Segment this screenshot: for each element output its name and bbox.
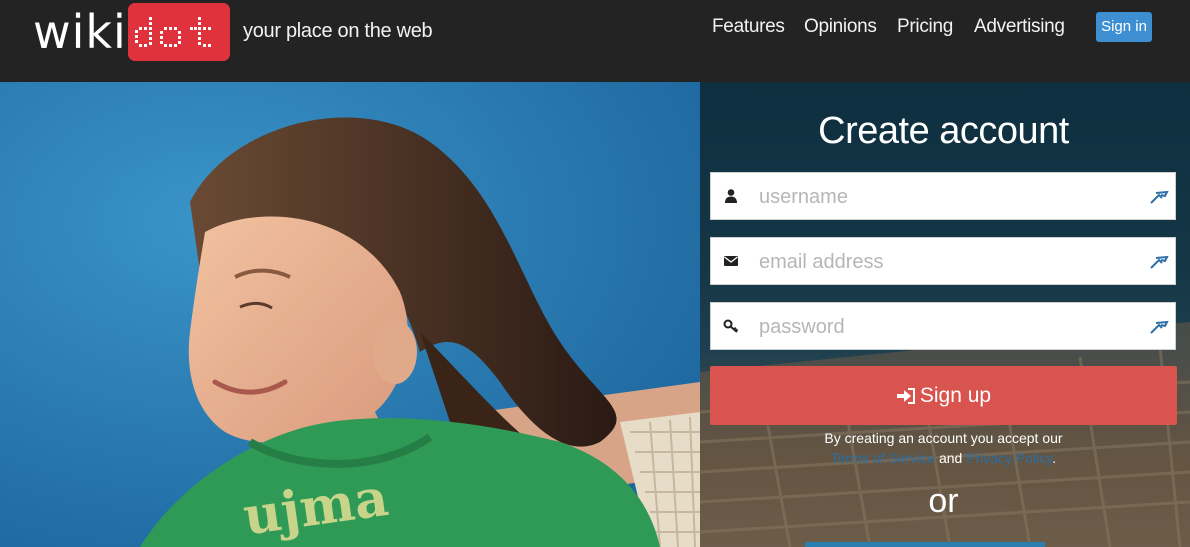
sign-up-label: Sign up	[919, 383, 992, 407]
username-field[interactable]	[710, 172, 1176, 220]
privacy-policy-link[interactable]: Privacy Policy	[966, 450, 1052, 466]
password-manager-icon[interactable]	[1149, 252, 1169, 270]
signup-panel: Create account username email address Si…	[700, 82, 1190, 547]
logo-dot-badge[interactable]	[128, 3, 230, 61]
logo-dot-dotted-lettering	[135, 17, 211, 47]
terms-of-service-link[interactable]: Terms of Service	[831, 450, 935, 466]
nav-opinions[interactable]: Opinions	[804, 16, 877, 38]
email-input[interactable]	[757, 246, 1151, 278]
logo-wiki-text[interactable]: wiki	[33, 9, 127, 55]
sign-in-button[interactable]: Sign in	[1096, 12, 1152, 42]
username-input[interactable]	[757, 181, 1151, 213]
terms-text: By creating an account you accept our	[824, 430, 1063, 446]
password-manager-icon[interactable]	[1149, 317, 1169, 335]
social-login-button-edge[interactable]	[805, 542, 1045, 547]
terms-and-text: and	[938, 450, 963, 466]
nav-features[interactable]: Features	[712, 16, 785, 38]
email-field[interactable]	[710, 237, 1176, 285]
site-tagline: your place on the web	[243, 20, 433, 42]
envelope-icon	[724, 256, 738, 266]
top-header: wiki your place on the web Features Opin…	[0, 0, 1190, 82]
create-account-title: Create account	[818, 110, 1069, 152]
sign-in-arrow-icon	[896, 387, 915, 404]
nav-advertising[interactable]: Advertising	[974, 16, 1065, 38]
user-icon	[725, 189, 737, 203]
or-divider-text: or	[928, 482, 959, 520]
password-manager-icon[interactable]	[1149, 187, 1169, 205]
sign-up-button[interactable]: Sign up	[710, 366, 1177, 425]
hero-photo: ujma	[0, 82, 700, 547]
nav-pricing[interactable]: Pricing	[897, 16, 953, 38]
password-field[interactable]	[710, 302, 1176, 350]
key-icon	[723, 319, 739, 333]
terms-period: .	[1052, 450, 1057, 466]
terms-notice: By creating an account you accept our Te…	[700, 428, 1187, 468]
password-input[interactable]	[757, 311, 1151, 343]
